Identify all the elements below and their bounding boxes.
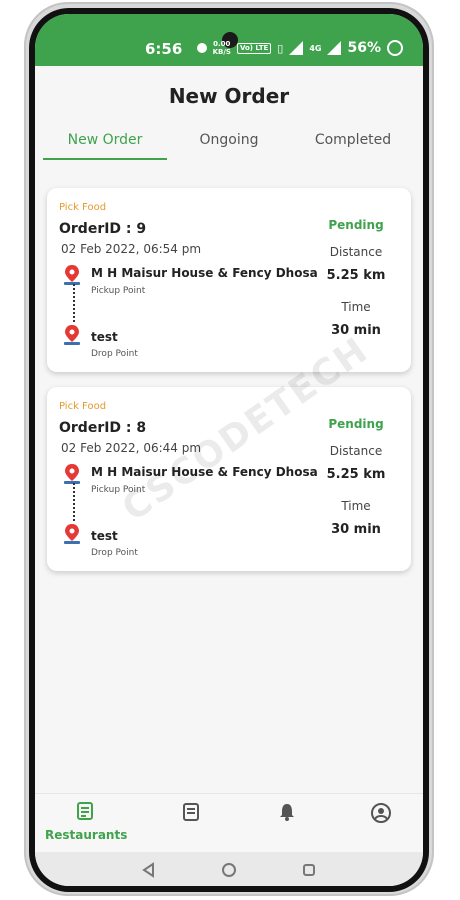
pickup-name: M H Maisur House & Fency Dhosa: [91, 266, 318, 280]
pickup-pin-icon: [64, 464, 80, 484]
drop-pin-icon: [64, 524, 80, 544]
tab-completed[interactable]: Completed: [291, 128, 415, 160]
bottom-nav: Restaurants: [35, 793, 423, 852]
battery-icon: [387, 40, 403, 56]
status-badge: Pending: [328, 417, 384, 431]
page-title: New Order: [168, 84, 290, 108]
order-stats: Pending Distance 5.25 km Time 30 min: [309, 387, 403, 571]
home-icon[interactable]: [221, 862, 237, 878]
distance-label: Distance: [329, 245, 383, 259]
profile-icon: [371, 803, 391, 823]
nav-restaurants-label: Restaurants: [45, 828, 128, 842]
screen: 6:56 0.00 KB/S Vo) LTE ▯ 4G 56% New Orde…: [35, 14, 423, 886]
receipt-icon: [183, 803, 199, 821]
drop-name: test: [91, 330, 118, 344]
distance-label: Distance: [329, 444, 383, 458]
route-line: [73, 284, 75, 322]
status-bar: 6:56 0.00 KB/S Vo) LTE ▯ 4G 56%: [35, 14, 423, 66]
nav-restaurants[interactable]: Restaurants: [45, 802, 128, 842]
drop-name: test: [91, 529, 118, 543]
nav-orders[interactable]: [171, 802, 211, 826]
status-icons: 0.00 KB/S Vo) LTE ▯ 4G 56%: [196, 40, 403, 56]
signal-icon: [289, 41, 304, 55]
notification-dot-icon: [196, 43, 207, 53]
recents-icon[interactable]: [301, 862, 317, 878]
drop-label: Drop Point: [91, 548, 138, 558]
vibrate-icon: ▯: [277, 41, 284, 55]
distance-value: 5.25 km: [326, 467, 386, 482]
status-time: 6:56: [145, 40, 183, 58]
network-type: 4G: [309, 43, 322, 53]
nav-notifications[interactable]: [267, 802, 307, 826]
bell-icon: [280, 804, 294, 821]
system-nav-bar: [35, 852, 423, 886]
status-badge: Pending: [328, 218, 384, 232]
phone-bezel: 6:56 0.00 KB/S Vo) LTE ▯ 4G 56% New Orde…: [29, 8, 429, 892]
order-datetime: 02 Feb 2022, 06:54 pm: [61, 242, 202, 256]
drop-pin-icon: [64, 325, 80, 345]
volte-badge: Vo) LTE: [236, 42, 272, 54]
drop-label: Drop Point: [91, 349, 138, 359]
tab-ongoing[interactable]: Ongoing: [167, 128, 291, 160]
data-speed: 0.00 KB/S: [212, 40, 231, 56]
battery-percent: 56%: [347, 40, 381, 56]
restaurant-list-icon: [77, 802, 93, 820]
time-label: Time: [341, 300, 371, 314]
signal-icon-2: [327, 41, 342, 55]
time-value: 30 min: [331, 522, 381, 537]
distance-value: 5.25 km: [326, 268, 386, 283]
app-content: New Order New Order Ongoing Completed Pi…: [35, 66, 423, 846]
pickup-label: Pickup Point: [91, 286, 146, 296]
order-id: OrderID : 9: [59, 221, 147, 237]
order-type-tag: Pick Food: [59, 202, 107, 213]
route-line: [73, 483, 75, 521]
nav-profile[interactable]: [361, 802, 401, 828]
order-tabs: New Order Ongoing Completed: [43, 128, 415, 160]
order-type-tag: Pick Food: [59, 401, 107, 412]
order-id: OrderID : 8: [59, 420, 147, 436]
back-icon[interactable]: [141, 862, 157, 878]
tab-new-order[interactable]: New Order: [43, 128, 167, 160]
pickup-pin-icon: [64, 265, 80, 285]
time-label: Time: [341, 499, 371, 513]
